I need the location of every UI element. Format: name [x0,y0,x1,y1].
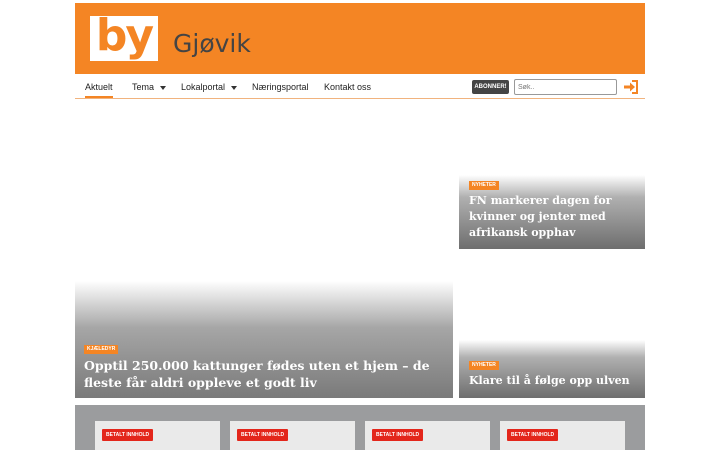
nav-item-kontakt-oss[interactable]: Kontakt oss [324,76,371,98]
nav-item-label: Lokalportal [181,82,226,92]
article-headline[interactable]: FN markerer dagen for kvinner og jenter … [469,193,639,241]
logo-text: by [95,10,154,61]
site-header: by Gjøvik [75,3,645,74]
nav-item-tema[interactable]: Tema [132,76,167,98]
paid-content-card[interactable]: BETALT INNHOLD [230,421,355,450]
category-badge[interactable]: NYHETER [469,181,499,190]
side-article[interactable]: NYHETER Klare til å følge opp ulven [459,340,645,398]
category-badge[interactable]: KJÆLEDYR [84,345,119,354]
article-headline[interactable]: Klare til å følge opp ulven [469,373,639,389]
article-headline[interactable]: Opptil 250.000 kattunger fødes uten et h… [84,357,444,391]
paid-content-card[interactable]: BETALT INNHOLD [365,421,490,450]
chevron-down-icon [231,85,238,90]
nav-item-label: Aktuelt [85,82,113,92]
site-city-name[interactable]: Gjøvik [173,29,251,59]
paid-content-badge: BETALT INNHOLD [507,429,559,441]
nav-item-label: Kontakt oss [324,82,372,92]
nav-item-lokalportal[interactable]: Lokalportal [181,76,238,98]
site-logo[interactable]: by [90,10,158,61]
sign-in-icon[interactable] [623,79,639,95]
category-badge[interactable]: NYHETER [469,361,499,370]
chevron-down-icon [160,85,167,90]
nav-item-aktuelt[interactable]: Aktuelt [85,76,113,98]
paid-content-badge: BETALT INNHOLD [237,429,289,441]
paid-content-badge: BETALT INNHOLD [372,429,424,441]
paid-content-badge: BETALT INNHOLD [102,429,154,441]
paid-content-card[interactable]: BETALT INNHOLD [95,421,220,450]
paid-content-card[interactable]: BETALT INNHOLD [500,421,625,450]
subscribe-button[interactable]: ABONNER! [472,80,509,94]
paid-content-section: BETALT INNHOLD BETALT INNHOLD BETALT INN… [75,405,645,450]
featured-article[interactable]: KJÆLEDYR Opptil 250.000 kattunger fødes … [75,281,453,398]
nav-item-label: Næringsportal [252,82,309,92]
main-nav: Aktuelt Tema Lokalportal Næringsportal K… [75,76,645,99]
nav-item-naeringsportal[interactable]: Næringsportal [252,76,309,98]
nav-item-label: Tema [132,82,155,92]
side-article[interactable]: NYHETER FN markerer dagen for kvinner og… [459,175,645,249]
search-input[interactable] [514,79,617,95]
page: by Gjøvik Aktuelt Tema Lokalportal Nærin… [75,0,645,450]
